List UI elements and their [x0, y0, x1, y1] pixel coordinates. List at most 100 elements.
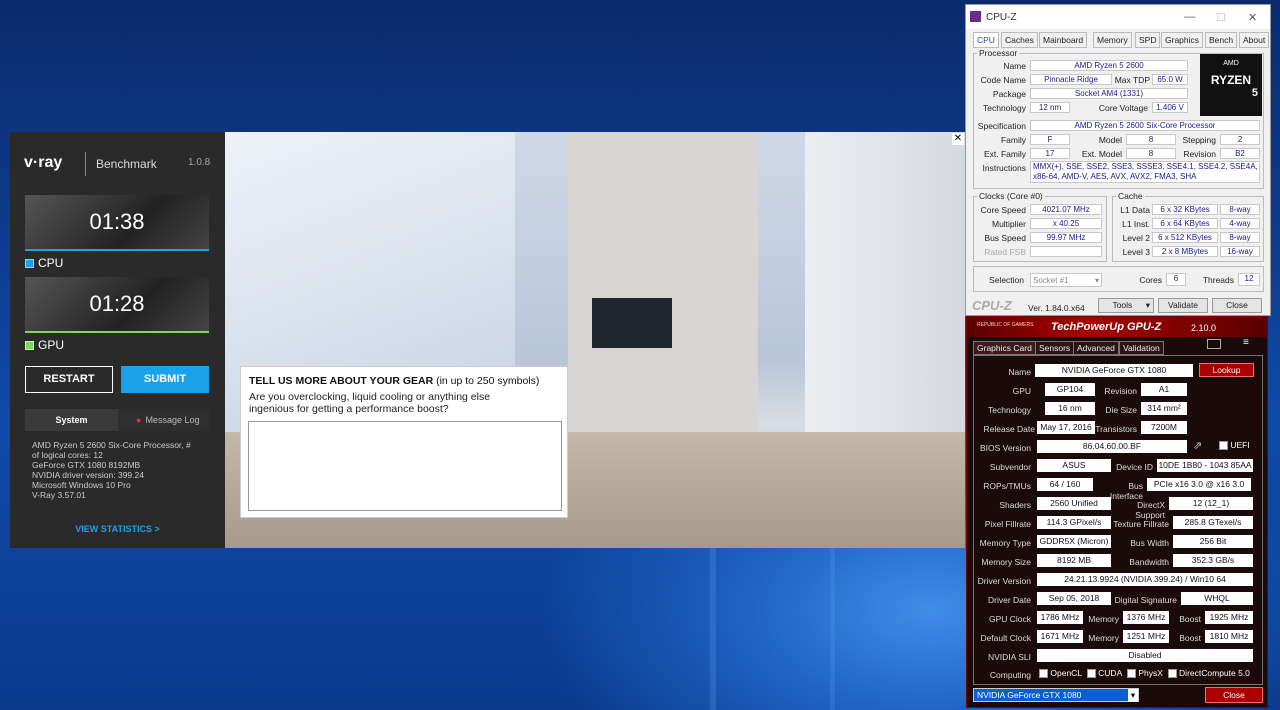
socket-select[interactable]: Socket #1 ▾ [1030, 273, 1102, 287]
cpuz-title: CPU-Z [986, 12, 1017, 23]
release-date-label: Release Date [983, 424, 1035, 434]
gpu-value: GP104 [1045, 383, 1095, 396]
ext-model-label: Ext. Model [1081, 149, 1122, 159]
tab-validation[interactable]: Validation [1119, 341, 1164, 355]
badge-ryzen: RYZEN [1210, 73, 1252, 87]
share-icon[interactable]: ⇗ [1193, 439, 1202, 452]
l1-data-assoc: 8-way [1220, 204, 1260, 215]
gpu-select-value: NVIDIA GeForce GTX 1080 [977, 690, 1082, 700]
sysinfo-line: NVIDIA driver version: 399.24 [32, 470, 144, 480]
badge-number: 5 [1251, 87, 1258, 99]
technology-value: 16 nm [1045, 402, 1095, 415]
chevron-down-icon: ▾ [1128, 689, 1138, 702]
close-button[interactable]: Close [1212, 298, 1262, 313]
tab-graphics-card[interactable]: Graphics Card [973, 341, 1036, 355]
tools-button[interactable]: Tools ▾ [1098, 298, 1154, 313]
default-memory-value: 1251 MHz [1123, 630, 1169, 643]
technology-label: Technology [982, 103, 1026, 113]
cpuz-version: Ver. 1.84.0.x64 [1028, 303, 1085, 313]
gear-title: TELL US MORE ABOUT YOUR GEAR (in up to 2… [249, 375, 539, 387]
digital-signature-label: Digital Signature [1114, 595, 1177, 605]
instructions-line: x86-64, AMD-V, AES, AVX, AVX2, FMA3, SHA [1033, 172, 1197, 181]
tab-graphics[interactable]: Graphics [1161, 32, 1204, 48]
directcompute-checkbox[interactable]: DirectCompute 5.0 [1167, 668, 1250, 679]
driver-version-value: 24.21.13.9924 (NVIDIA 399.24) / Win10 64 [1037, 573, 1253, 586]
instructions-label: Instructions [982, 163, 1026, 173]
tab-about[interactable]: About [1239, 32, 1270, 48]
shaders-label: Shaders [999, 500, 1031, 510]
ext-family-value: 17 [1030, 148, 1070, 159]
app-version: 1.0.8 [188, 157, 211, 168]
gpu-label: GPU [1012, 386, 1031, 396]
model-label: Model [1098, 135, 1122, 145]
close-icon[interactable]: ✕ [952, 133, 964, 145]
minimize-icon[interactable]: — [1184, 11, 1195, 23]
clocks-group-label: Clocks (Core #0) [977, 191, 1045, 201]
uefi-checkbox[interactable]: UEFI [1219, 440, 1250, 451]
default-boost-value: 1810 MHz [1205, 630, 1253, 643]
threads-value: 12 [1238, 273, 1260, 286]
l1-inst-label: L1 Inst. [1122, 219, 1150, 229]
system-info-text: AMD Ryzen 5 2600 Six-Core Processor, # o… [32, 440, 204, 500]
maximize-icon[interactable]: ☐ [1216, 11, 1226, 24]
bus-speed-label: Bus Speed [984, 233, 1026, 243]
submit-button[interactable]: SUBMIT [121, 366, 209, 393]
validate-button[interactable]: Validate [1158, 298, 1208, 313]
l2-value: 6 x 512 KBytes [1152, 232, 1218, 243]
l2-assoc: 8-way [1220, 232, 1260, 243]
computing-checks: OpenCL CUDA PhysX DirectCompute 5.0 [1039, 668, 1250, 679]
cuda-checkbox[interactable]: CUDA [1086, 668, 1122, 679]
cpu-checkbox[interactable] [25, 259, 34, 268]
gear-textarea[interactable] [248, 421, 562, 511]
gpu-time-tile: 01:28 [25, 277, 209, 331]
opencl-checkbox[interactable]: OpenCL [1039, 668, 1082, 679]
core-voltage-label: Core Voltage [1098, 103, 1148, 113]
gpu-checkbox[interactable] [25, 341, 34, 350]
pixel-fillrate-label: Pixel Fillrate [984, 519, 1031, 529]
l3-assoc: 16-way [1220, 246, 1260, 257]
driver-date-value: Sep 05, 2018 [1037, 592, 1111, 605]
bus-width-label: Bus Width [1130, 538, 1169, 548]
package-label: Package [992, 89, 1026, 99]
memory-size-value: 8192 MB [1037, 554, 1111, 567]
stepping-label: Stepping [1182, 135, 1216, 145]
close-icon[interactable]: ✕ [1248, 11, 1257, 24]
l2-label: Level 2 [1122, 233, 1150, 243]
codename-value: Pinnacle Ridge [1030, 74, 1112, 85]
tab-advanced[interactable]: Advanced [1073, 341, 1119, 355]
camera-icon[interactable] [1207, 339, 1221, 349]
tab-memory[interactable]: Memory [1093, 32, 1132, 48]
lookup-button[interactable]: Lookup [1199, 363, 1254, 377]
cpuz-app-icon [970, 11, 981, 22]
tab-message-log[interactable]: ● Message Log [118, 409, 209, 431]
tab-bench[interactable]: Bench [1205, 32, 1238, 48]
cpuz-window: CPU-Z — ☐ ✕ CPU Caches Mainboard Memory … [965, 4, 1271, 316]
gpu-select[interactable]: NVIDIA GeForce GTX 1080 ▾ [973, 688, 1139, 702]
l1-inst-assoc: 4-way [1220, 218, 1260, 229]
checkbox-icon [1219, 441, 1228, 451]
menu-icon[interactable]: ≡ [1243, 337, 1249, 348]
gear-title-bold: TELL US MORE ABOUT YOUR GEAR [249, 375, 434, 387]
physx-checkbox[interactable]: PhysX [1126, 668, 1163, 679]
tab-system[interactable]: System [25, 409, 118, 431]
family-value: F [1030, 134, 1070, 145]
tab-sensors[interactable]: Sensors [1035, 341, 1075, 355]
tab-cpu[interactable]: CPU [973, 32, 999, 48]
tab-spd[interactable]: SPD [1135, 32, 1161, 48]
ryzen-5-badge: AMD RYZEN 5 [1200, 54, 1262, 116]
tab-mainboard[interactable]: Mainboard [1039, 32, 1088, 48]
view-statistics-link[interactable]: VIEW STATISTICS > [10, 524, 225, 534]
device-id-value: 10DE 1B80 - 1043 85AA [1157, 459, 1253, 472]
gpuz-title: TechPowerUp GPU-Z [1051, 321, 1162, 333]
gpuz-window: REPUBLIC OF GAMERS TechPowerUp GPU-Z 2.1… [966, 316, 1268, 708]
cpu-label: CPU [38, 256, 64, 270]
tab-caches[interactable]: Caches [1001, 32, 1038, 48]
gpuz-version: 2.10.0 [1191, 323, 1217, 333]
release-date-value: May 17, 2016 [1037, 421, 1095, 434]
restart-button[interactable]: RESTART [25, 366, 113, 393]
spec-value: AMD Ryzen 5 2600 Six-Core Processor [1030, 120, 1260, 131]
close-button[interactable]: Close [1205, 687, 1263, 703]
cache-group-label: Cache [1116, 191, 1145, 201]
core-speed-label: Core Speed [980, 205, 1026, 215]
tdp-label: Max TDP [1114, 75, 1150, 85]
